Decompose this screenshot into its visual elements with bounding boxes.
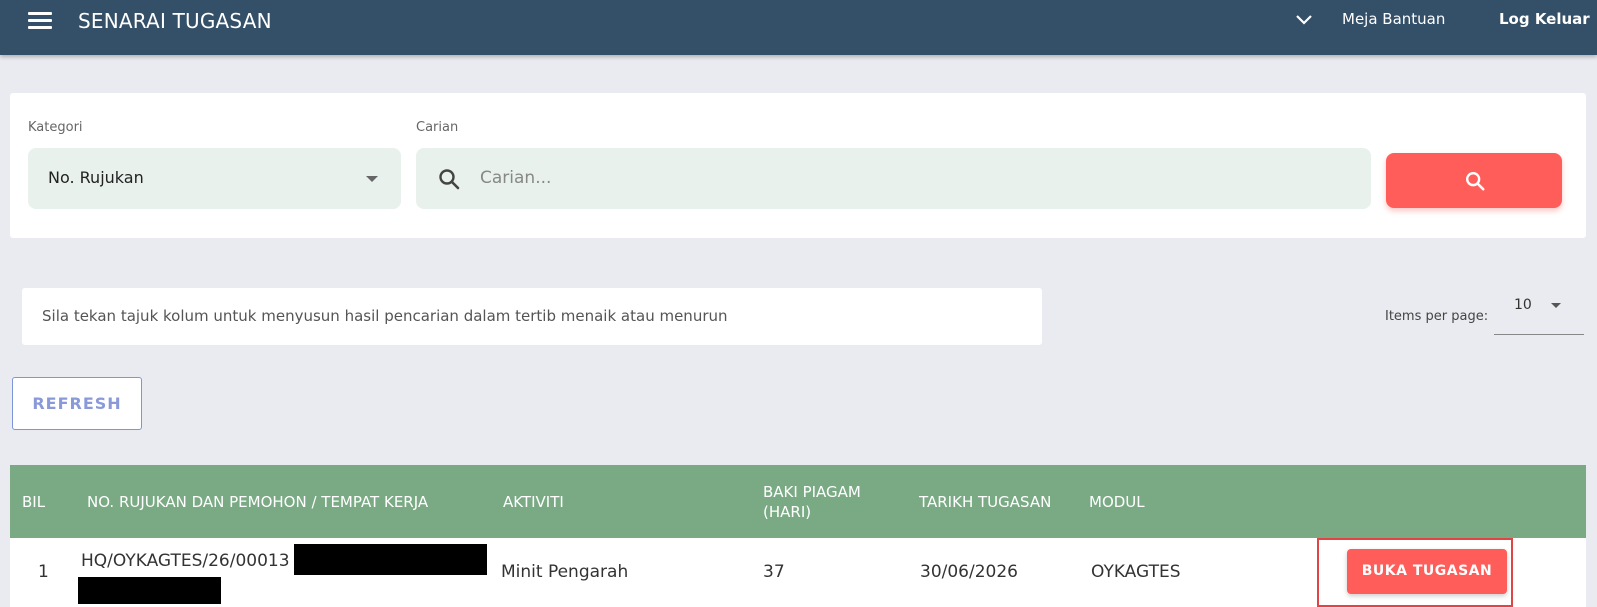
cell-module: OYKAGTES bbox=[1091, 562, 1181, 582]
search-button[interactable] bbox=[1386, 153, 1562, 208]
search-panel: Kategori Carian No. Rujukan bbox=[10, 93, 1586, 238]
column-header-module[interactable]: MODUL bbox=[1089, 492, 1145, 512]
search-icon bbox=[439, 169, 460, 190]
chevron-down-icon[interactable] bbox=[1294, 12, 1314, 28]
search-label: Carian bbox=[416, 120, 459, 135]
redaction-block bbox=[78, 577, 221, 604]
items-per-page-value: 10 bbox=[1514, 297, 1532, 313]
top-app-bar: SENARAI TUGASAN Meja Bantuan Log Keluar bbox=[0, 0, 1597, 55]
cell-task-date: 30/06/2026 bbox=[920, 562, 1018, 582]
page-title: SENARAI TUGASAN bbox=[78, 9, 272, 33]
cell-activity: Minit Pengarah bbox=[501, 562, 629, 582]
column-header-days-remaining[interactable]: BAKI PIAGAM (HARI) bbox=[763, 482, 883, 522]
logout-link[interactable]: Log Keluar bbox=[1499, 10, 1590, 28]
items-per-page-label: Items per page: bbox=[1385, 309, 1489, 324]
column-header-bil[interactable]: BIL bbox=[22, 492, 45, 512]
cell-days-remaining: 37 bbox=[763, 562, 785, 582]
category-label: Kategori bbox=[28, 120, 83, 135]
help-desk-link[interactable]: Meja Bantuan bbox=[1342, 10, 1445, 28]
category-select-value: No. Rujukan bbox=[48, 168, 144, 187]
cell-reference: HQ/OYKAGTES/26/00013 bbox=[81, 551, 290, 571]
refresh-button[interactable]: REFRESH bbox=[12, 377, 142, 430]
column-header-reference[interactable]: NO. RUJUKAN DAN PEMOHON / TEMPAT KERJA bbox=[87, 492, 428, 512]
category-select[interactable]: No. Rujukan bbox=[28, 148, 401, 209]
search-input[interactable] bbox=[480, 160, 1340, 196]
table-header: BIL NO. RUJUKAN DAN PEMOHON / TEMPAT KER… bbox=[10, 465, 1586, 538]
dropdown-caret-icon bbox=[366, 176, 378, 182]
column-header-activity[interactable]: AKTIVITI bbox=[503, 492, 564, 512]
redaction-block bbox=[294, 544, 487, 575]
sort-hint: Sila tekan tajuk kolum untuk menyusun ha… bbox=[22, 288, 1042, 345]
open-task-button[interactable]: BUKA TUGASAN bbox=[1347, 549, 1507, 594]
hamburger-menu-icon[interactable] bbox=[28, 12, 52, 30]
items-per-page-select[interactable]: 10 bbox=[1494, 293, 1584, 335]
cell-bil: 1 bbox=[38, 562, 49, 582]
table-row: 1 HQ/OYKAGTES/26/00013 Minit Pengarah 37… bbox=[10, 538, 1586, 607]
search-icon bbox=[1466, 172, 1485, 191]
search-field[interactable] bbox=[416, 148, 1371, 209]
task-table: BIL NO. RUJUKAN DAN PEMOHON / TEMPAT KER… bbox=[10, 465, 1586, 607]
dropdown-caret-icon bbox=[1551, 303, 1561, 308]
column-header-task-date[interactable]: TARIKH TUGASAN bbox=[919, 492, 1051, 512]
